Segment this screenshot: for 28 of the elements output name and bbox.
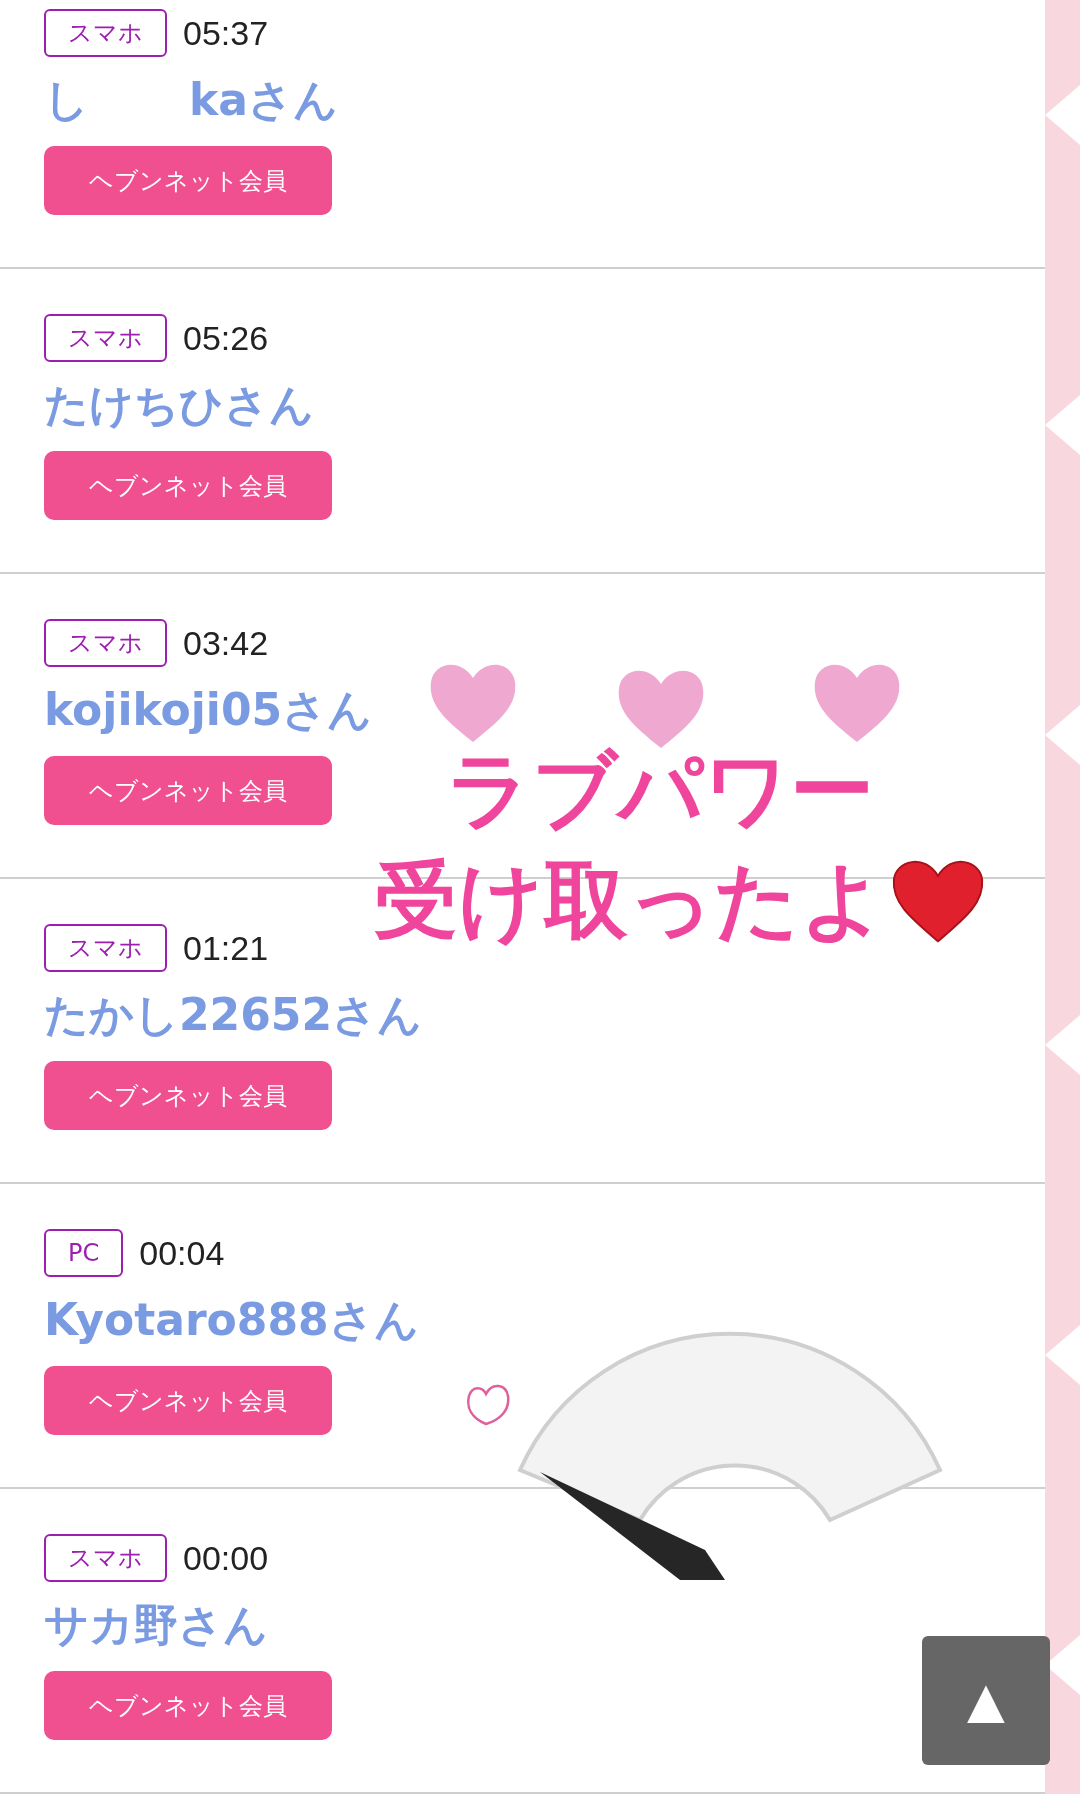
membership-button[interactable]: ヘブンネット会員	[44, 146, 332, 215]
access-time: 00:04	[139, 1233, 225, 1273]
device-tag: スマホ	[44, 619, 167, 667]
membership-button[interactable]: ヘブンネット会員	[44, 1061, 332, 1130]
member-name[interactable]: Kyotaro888さん	[44, 1290, 419, 1350]
member-name[interactable]: kojikoji05さん	[44, 680, 373, 740]
device-tag: スマホ	[44, 9, 167, 57]
member-name[interactable]: サカ野さん	[44, 1595, 268, 1655]
access-time: 01:21	[183, 928, 269, 968]
access-time: 05:37	[183, 13, 269, 53]
member-name[interactable]: たけちひさん	[44, 375, 314, 435]
access-time: 00:00	[183, 1538, 269, 1578]
device-tag: スマホ	[44, 314, 167, 362]
love-power-caption: ラブパワー	[446, 740, 874, 841]
device-tag: スマホ	[44, 1534, 167, 1582]
scroll-top-button[interactable]: ▲	[922, 1636, 1050, 1765]
member-name[interactable]: たかし22652さん	[44, 985, 423, 1045]
device-tag: スマホ	[44, 924, 167, 972]
membership-button[interactable]: ヘブンネット会員	[44, 451, 332, 520]
membership-button[interactable]: ヘブンネット会員	[44, 1671, 332, 1740]
member-name[interactable]: し	[44, 70, 89, 130]
device-tag: PC	[44, 1229, 124, 1277]
member-name[interactable]: kaさん	[189, 70, 338, 130]
received-caption: 受け取ったよ	[374, 850, 886, 951]
membership-button[interactable]: ヘブンネット会員	[44, 1366, 332, 1435]
access-time: 05:26	[183, 318, 269, 358]
membership-button[interactable]: ヘブンネット会員	[44, 756, 332, 825]
access-time: 03:42	[183, 623, 269, 663]
